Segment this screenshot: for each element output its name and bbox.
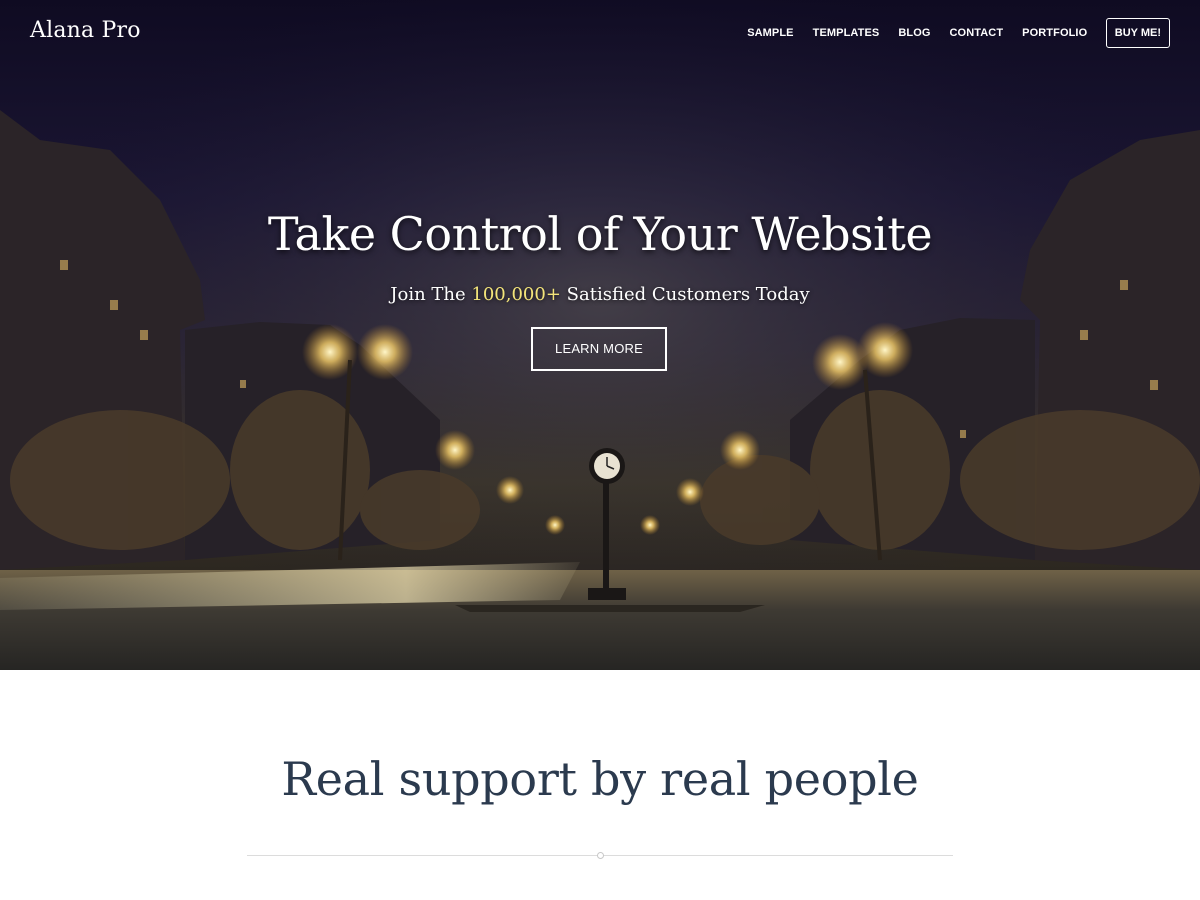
nav-item-sample[interactable]: SAMPLE — [738, 27, 803, 39]
hero-subtitle-prefix: Join The — [390, 284, 472, 305]
buy-me-button[interactable]: BUY ME! — [1105, 18, 1170, 48]
learn-more-button[interactable]: LEARN MORE — [531, 327, 667, 371]
hero-title: Take Control of Your Website — [267, 207, 933, 261]
hero-subtitle: Join The 100,000+ Satisfied Customers To… — [0, 284, 1200, 305]
section-heading: Real support by real people — [281, 752, 919, 806]
site-logo[interactable]: Alana Pro — [30, 18, 141, 43]
nav-item-contact[interactable]: CONTACT — [940, 27, 1013, 39]
hero-subtitle-highlight: 100,000+ — [471, 284, 561, 305]
divider-dot-ornament — [597, 852, 604, 859]
nav-item-portfolio[interactable]: PORTFOLIO — [1013, 27, 1097, 39]
main-nav: SAMPLE TEMPLATES BLOG CONTACT PORTFOLIO … — [738, 18, 1170, 48]
hero-section: Alana Pro SAMPLE TEMPLATES BLOG CONTACT … — [0, 0, 1200, 670]
nav-item-templates[interactable]: TEMPLATES — [803, 27, 889, 39]
nav-item-blog[interactable]: BLOG — [889, 27, 940, 39]
hero-subtitle-suffix: Satisfied Customers Today — [560, 284, 810, 305]
site-header: Alana Pro SAMPLE TEMPLATES BLOG CONTACT … — [0, 0, 1200, 66]
